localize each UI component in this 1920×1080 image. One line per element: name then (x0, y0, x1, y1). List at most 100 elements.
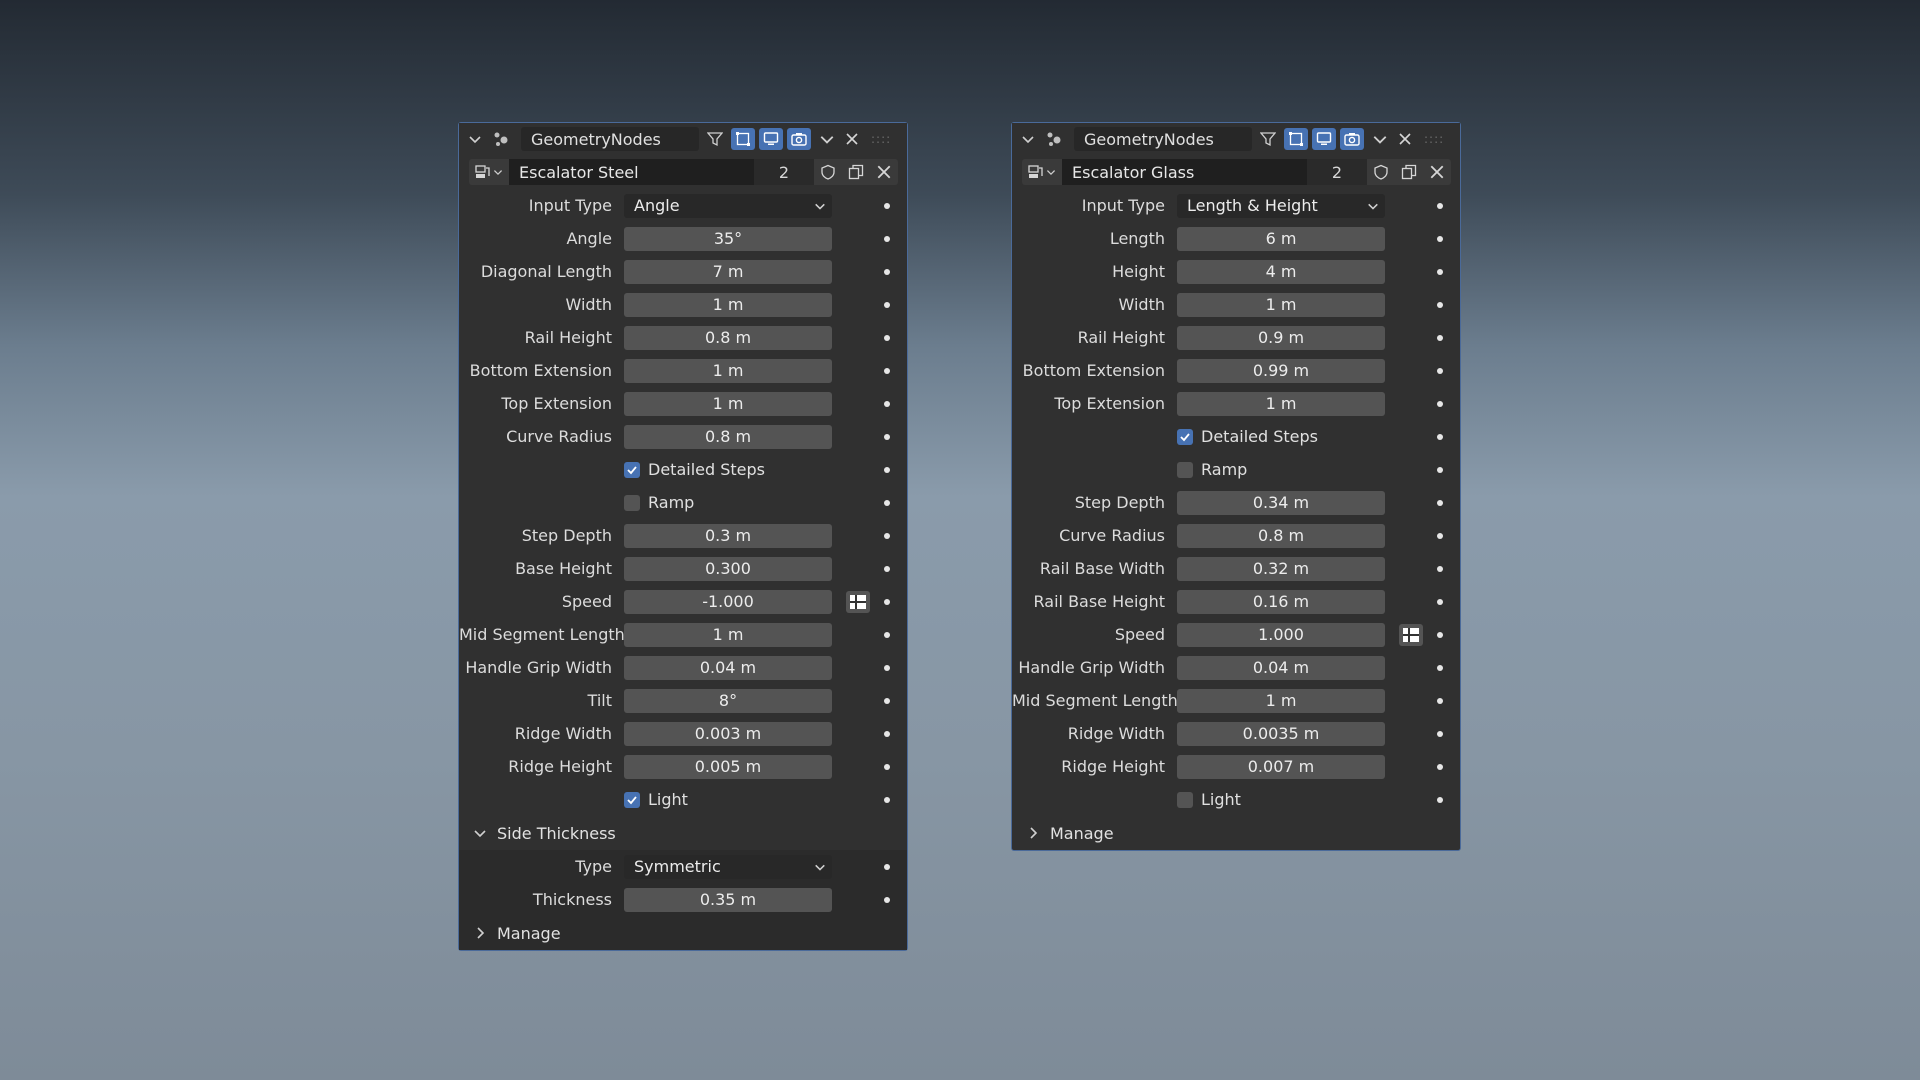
param-field[interactable]: 0.300 (624, 556, 832, 581)
param-field[interactable]: 1 m (624, 358, 832, 383)
keyframe-dot-icon[interactable] (884, 731, 890, 737)
light-checkbox[interactable]: Light (624, 790, 688, 809)
keyframe-dot-icon[interactable] (884, 665, 890, 671)
keyframe-dot-icon[interactable] (1437, 566, 1443, 572)
nodegroup-browse[interactable] (1022, 159, 1062, 185)
keyframe-dot-icon[interactable] (884, 500, 890, 506)
checkbox-box[interactable] (624, 494, 640, 511)
param-field[interactable]: 0.16 m (1177, 589, 1385, 614)
keyframe-dot-icon[interactable] (1437, 764, 1443, 770)
checkbox-box[interactable] (624, 461, 640, 478)
param-field[interactable]: 0.8 m (1177, 523, 1385, 548)
keyframe-dot-icon[interactable] (1437, 632, 1443, 638)
keyframe-dot-icon[interactable] (884, 302, 890, 308)
param-field[interactable]: 0.9 m (1177, 325, 1385, 350)
speed-field[interactable]: -1.000 (624, 589, 832, 614)
param-field[interactable]: 0.8 m (624, 424, 832, 449)
attribute-toggle-button[interactable] (846, 591, 870, 613)
param-field[interactable]: 7 m (624, 259, 832, 284)
checkbox-box[interactable] (1177, 428, 1193, 445)
keyframe-dot-icon[interactable] (1437, 665, 1443, 671)
param-field[interactable]: 8° (624, 688, 832, 713)
keyframe-dot-icon[interactable] (1437, 335, 1443, 341)
drag-handle-icon[interactable]: :::: (871, 132, 891, 146)
param-field[interactable]: 0.99 m (1177, 358, 1385, 383)
ramp-checkbox[interactable]: Ramp (1177, 460, 1247, 479)
keyframe-dot-icon[interactable] (884, 368, 890, 374)
keyframe-dot-icon[interactable] (1437, 467, 1443, 473)
viewport-toggle[interactable] (759, 128, 783, 150)
keyframe-dot-icon[interactable] (1437, 368, 1443, 374)
extra-menu[interactable] (1368, 128, 1392, 150)
keyframe-dot-icon[interactable] (1437, 698, 1443, 704)
keyframe-dot-icon[interactable] (884, 698, 890, 704)
manage-panel-header[interactable]: Manage (1012, 816, 1460, 850)
keyframe-dot-icon[interactable] (884, 599, 890, 605)
keyframe-dot-icon[interactable] (1437, 269, 1443, 275)
keyframe-dot-icon[interactable] (1437, 236, 1443, 242)
param-field[interactable]: 0.04 m (624, 655, 832, 680)
keyframe-dot-icon[interactable] (884, 236, 890, 242)
param-field[interactable]: 4 m (1177, 259, 1385, 284)
type-dropdown[interactable]: Symmetric (624, 854, 832, 879)
keyframe-dot-icon[interactable] (884, 401, 890, 407)
edit-mode-toggle[interactable] (703, 128, 727, 150)
param-field[interactable]: 0.34 m (1177, 490, 1385, 515)
keyframe-dot-icon[interactable] (884, 566, 890, 572)
param-field[interactable]: 35° (624, 226, 832, 251)
keyframe-dot-icon[interactable] (884, 764, 890, 770)
param-field[interactable]: 1 m (624, 292, 832, 317)
input-type-dropdown[interactable]: Length & Height (1177, 193, 1385, 218)
extra-menu[interactable] (815, 128, 839, 150)
param-field[interactable]: 0.35 m (624, 887, 832, 912)
keyframe-dot-icon[interactable] (884, 864, 890, 870)
keyframe-dot-icon[interactable] (884, 897, 890, 903)
ramp-checkbox[interactable]: Ramp (624, 493, 694, 512)
param-field[interactable]: 1 m (1177, 688, 1385, 713)
nodegroup-users-count[interactable]: 2 (1307, 159, 1367, 185)
param-field[interactable]: 6 m (1177, 226, 1385, 251)
param-field[interactable]: 0.003 m (624, 721, 832, 746)
param-field[interactable]: 0.0035 m (1177, 721, 1385, 746)
keyframe-dot-icon[interactable] (884, 203, 890, 209)
nodegroup-name-field[interactable]: Escalator Steel (509, 159, 754, 185)
modifier-name-field[interactable]: GeometryNodes (521, 127, 699, 151)
collapse-chevron-icon[interactable] (1012, 132, 1044, 146)
keyframe-dot-icon[interactable] (1437, 731, 1443, 737)
input-type-dropdown[interactable]: Angle (624, 193, 832, 218)
keyframe-dot-icon[interactable] (1437, 797, 1443, 803)
keyframe-dot-icon[interactable] (1437, 434, 1443, 440)
remove-modifier-button[interactable] (839, 132, 865, 146)
keyframe-dot-icon[interactable] (884, 533, 890, 539)
cage-toggle[interactable] (1284, 128, 1308, 150)
keyframe-dot-icon[interactable] (884, 434, 890, 440)
param-field[interactable]: 1 m (1177, 292, 1385, 317)
keyframe-dot-icon[interactable] (884, 269, 890, 275)
checkbox-box[interactable] (624, 791, 640, 808)
collapse-chevron-icon[interactable] (459, 132, 491, 146)
unlink-button[interactable] (870, 159, 898, 185)
keyframe-dot-icon[interactable] (884, 632, 890, 638)
viewport-toggle[interactable] (1312, 128, 1336, 150)
duplicate-button[interactable] (842, 159, 870, 185)
keyframe-dot-icon[interactable] (1437, 203, 1443, 209)
nodegroup-browse[interactable] (469, 159, 509, 185)
checkbox-box[interactable] (1177, 791, 1193, 808)
nodegroup-name-field[interactable]: Escalator Glass (1062, 159, 1307, 185)
edit-mode-toggle[interactable] (1256, 128, 1280, 150)
param-field[interactable]: 0.32 m (1177, 556, 1385, 581)
drag-handle-icon[interactable]: :::: (1424, 132, 1444, 146)
param-field[interactable]: 1 m (624, 622, 832, 647)
keyframe-dot-icon[interactable] (884, 335, 890, 341)
param-field[interactable]: 1 m (624, 391, 832, 416)
keyframe-dot-icon[interactable] (884, 467, 890, 473)
param-field[interactable]: 0.005 m (624, 754, 832, 779)
fake-user-button[interactable] (814, 159, 842, 185)
keyframe-dot-icon[interactable] (1437, 500, 1443, 506)
cage-toggle[interactable] (731, 128, 755, 150)
nodegroup-users-count[interactable]: 2 (754, 159, 814, 185)
param-field[interactable]: 1 m (1177, 391, 1385, 416)
attribute-toggle-button[interactable] (1399, 624, 1423, 646)
checkbox-box[interactable] (1177, 461, 1193, 478)
modifier-name-field[interactable]: GeometryNodes (1074, 127, 1252, 151)
